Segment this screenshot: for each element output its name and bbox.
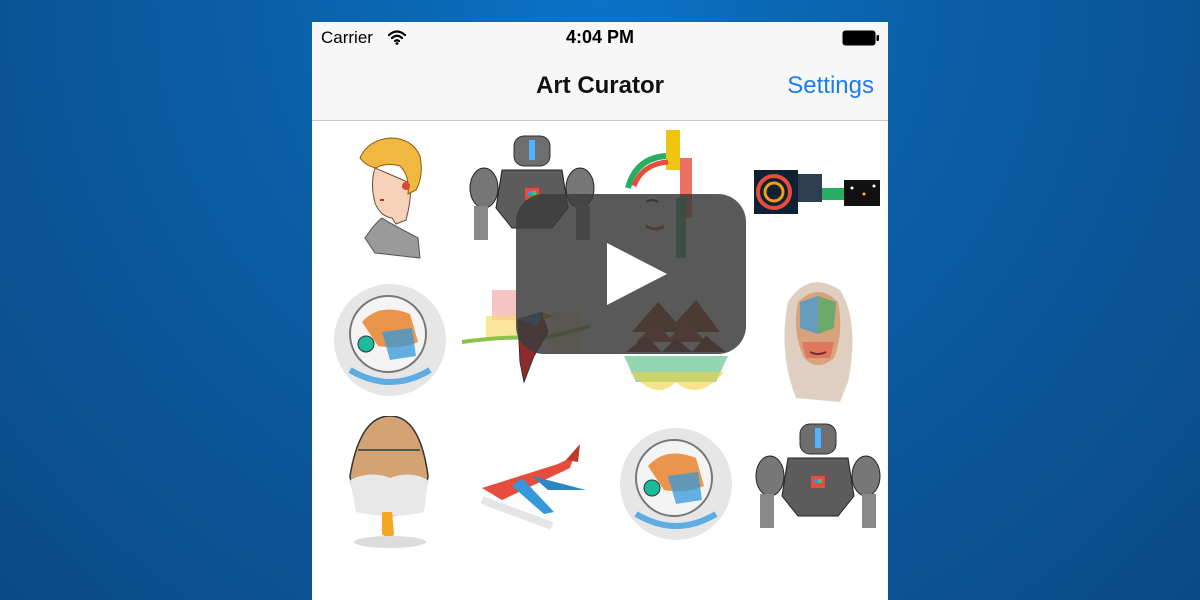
battery-icon — [842, 30, 879, 46]
gallery-item-astronaut-2[interactable] — [606, 416, 746, 556]
settings-button[interactable]: Settings — [787, 72, 874, 100]
robot-icon — [755, 423, 881, 528]
gallery-item-astronaut[interactable] — [320, 272, 460, 412]
status-bar: Carrier 4:04 PM — [312, 22, 888, 58]
woman-portrait-icon — [784, 282, 853, 402]
status-time: 4:04 PM — [565, 27, 635, 47]
gallery-item-blonde-girl[interactable] — [320, 128, 460, 268]
gallery-item-abstract-strip[interactable] — [748, 128, 888, 268]
navigation-bar: Art Curator Settings — [312, 58, 888, 121]
gallery-item-airplane[interactable] — [462, 416, 602, 556]
gallery-item-robot-2[interactable] — [748, 416, 888, 556]
astronaut-icon — [334, 284, 446, 396]
play-icon — [607, 243, 667, 305]
astronaut-icon — [620, 428, 732, 540]
video-play-button[interactable] — [516, 194, 746, 354]
gallery-item-egg[interactable] — [320, 416, 460, 556]
blonde-girl-portrait-icon — [359, 137, 422, 259]
airplane-icon — [480, 444, 586, 530]
gallery-item-woman-portrait[interactable] — [748, 272, 888, 412]
egg-icon — [349, 416, 429, 548]
abstract-strip-icon — [754, 170, 880, 214]
